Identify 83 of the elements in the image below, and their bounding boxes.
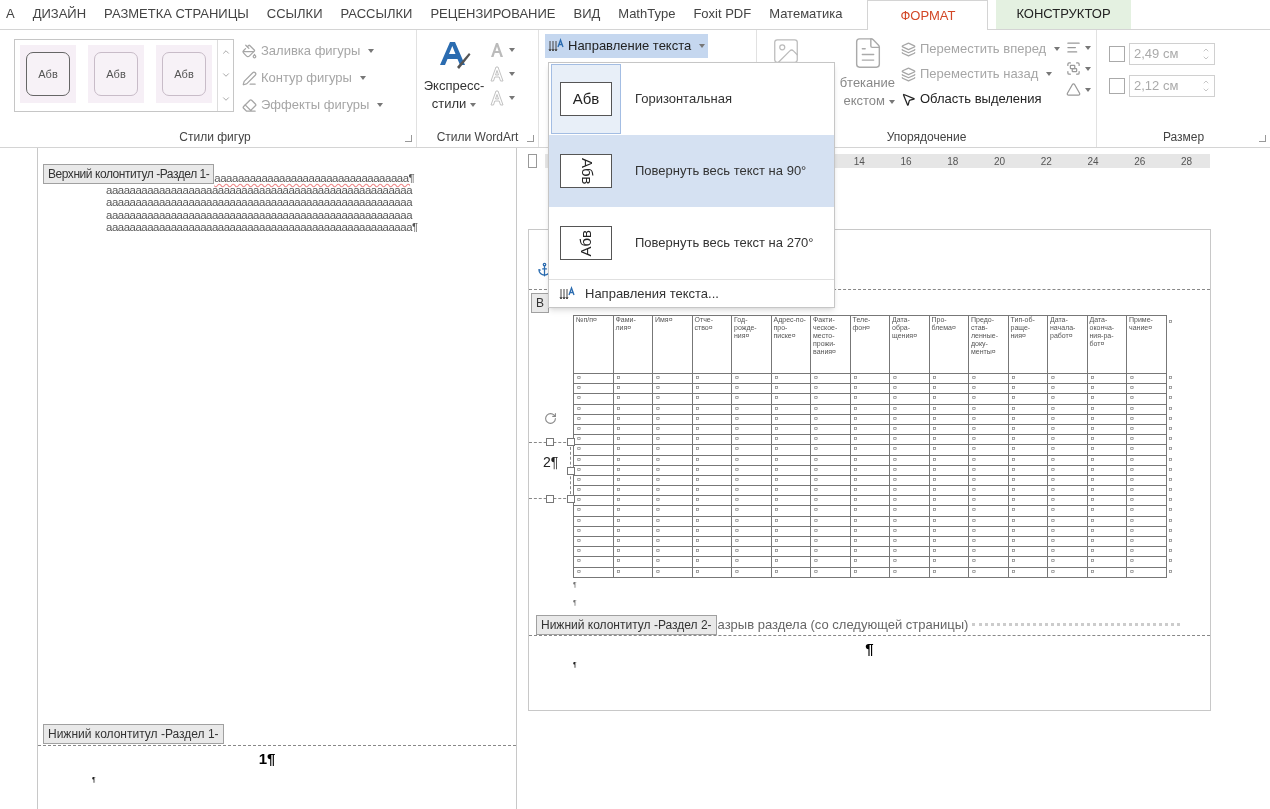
align-icon[interactable] (1066, 40, 1082, 55)
dialog-launcher-icon[interactable] (527, 135, 534, 142)
ribbon-tab[interactable]: А (0, 0, 24, 29)
resize-handle[interactable] (567, 438, 575, 446)
text-line: aaaaaaaaaaaaaaaaaaaaaaaaaaaaaaaaaaaaaaaaaaaaaaaaaaaa¶ (106, 221, 419, 234)
ribbon-tab[interactable]: ССЫЛКИ (257, 0, 332, 29)
dialog-launcher-icon[interactable] (1259, 135, 1266, 142)
page-number: 2¶ (543, 453, 559, 472)
text-direction-button[interactable]: Направление текста (545, 34, 709, 58)
ribbon-tab[interactable]: РАССЫЛКИ (331, 0, 422, 29)
page-number: 1¶ (258, 749, 277, 769)
dialog-launcher-icon[interactable] (405, 135, 412, 142)
menu-item[interactable]: Абв Повернуть весь текст на 90° (549, 135, 834, 207)
group-title: Размер (1162, 129, 1205, 146)
spin-up-icon[interactable] (1202, 78, 1210, 86)
header-label: В (531, 293, 549, 313)
resize-handle[interactable] (567, 495, 575, 503)
group-title: Стили WordArt (436, 129, 519, 146)
ribbon-tab[interactable]: MathType (609, 0, 685, 29)
caret-icon (1085, 66, 1092, 71)
ribbon-tab[interactable]: КОНСТРУКТОР (996, 0, 1131, 29)
shape-style-swatch[interactable]: Абв (162, 52, 206, 96)
quick-styles-button[interactable]: Экспресс- стили (423, 39, 485, 127)
letter-icon[interactable] (489, 66, 505, 82)
command-icon (242, 70, 257, 86)
letter-icon[interactable] (489, 90, 505, 106)
group-icon[interactable] (1066, 61, 1082, 76)
header-label: Верхний колонтитул -Раздел 1- (43, 164, 215, 184)
ribbon-tab[interactable]: РЕЦЕНЗИРОВАНИЕ (421, 0, 565, 29)
text-direction-options[interactable]: Направления текста... (549, 280, 719, 307)
menu-item[interactable]: Абв Горизонтальная (549, 63, 834, 135)
rotate-handle-icon[interactable] (544, 412, 557, 425)
layers-icon (901, 41, 916, 57)
letter-icon[interactable] (489, 42, 505, 58)
text-direction-icon (559, 285, 575, 302)
direction-preview: Абв (551, 64, 621, 134)
direction-preview: Абв (551, 208, 621, 278)
resize-handle[interactable] (567, 467, 575, 475)
text-line: aaaaaaaaaaaaaaaaaaaaaaaaaaaaaaaaaaaaaaaaaaaaaaaaaaaa (106, 184, 414, 197)
ruler-marker-icon (528, 154, 537, 168)
caret-icon (377, 103, 384, 107)
section-break: азрыв раздела (со следующей страницы) (717, 616, 969, 634)
caret-icon (889, 99, 895, 104)
ribbon-tab[interactable]: ДИЗАЙН (23, 0, 96, 29)
command-icon (242, 97, 257, 113)
ribbon-tab[interactable]: Математика (760, 0, 852, 29)
layers-icon (901, 66, 916, 82)
caret-icon (470, 102, 477, 107)
shape-style-swatch[interactable]: Абв (26, 52, 70, 96)
text-line: aaaaaaaaaaaaaaaaaaaaaaaaaaaaaaaaa¶ (214, 171, 415, 184)
spin-up-icon[interactable] (1202, 46, 1210, 54)
caret-icon (1085, 45, 1092, 50)
footer-label: Нижний колонтитул -Раздел 1- (43, 724, 224, 744)
text-line: aaaaaaaaaaaaaaaaaaaaaaaaaaaaaaaaaaaaaaaaaaaaaaaaaaaa (106, 196, 414, 209)
ribbon-tab[interactable]: РАЗМЕТКА СТРАНИЦЫ (95, 0, 258, 29)
paragraph-mark: ¶ (865, 638, 874, 659)
text-direction-icon (548, 38, 564, 54)
pointer-icon (901, 91, 916, 107)
command-icon (242, 43, 257, 59)
resize-handle[interactable] (546, 495, 554, 503)
wrap-text-button[interactable]: бтекание екстом (839, 74, 895, 110)
shape-style-swatch[interactable]: Абв (94, 52, 138, 96)
caret-icon (699, 44, 706, 48)
caret-icon (1085, 87, 1092, 92)
resize-handle[interactable] (546, 438, 554, 446)
footer-label: Нижний колонтитул -Раздел 2- (536, 614, 717, 635)
ribbon-tab[interactable]: Foxit PDF (684, 0, 761, 29)
caret-icon (1046, 72, 1053, 76)
caret-icon (509, 96, 515, 100)
group-title: Упорядочение (886, 129, 967, 146)
spin-down-icon[interactable] (1202, 54, 1210, 62)
menu-item[interactable]: Абв Повернуть весь текст на 270° (549, 207, 834, 279)
ribbon-tab[interactable]: ФОРМАТ (867, 0, 989, 30)
caret-icon (368, 49, 375, 53)
ribbon-tab[interactable]: ВИД (564, 0, 610, 29)
group-title: Стили фигур (179, 129, 251, 146)
caret-icon (509, 72, 515, 76)
caret-icon (359, 76, 366, 80)
arrange-command[interactable]: Область выделения (901, 88, 1061, 110)
caret-icon (1054, 47, 1061, 51)
caret-icon (509, 48, 515, 52)
spin-down-icon[interactable] (1202, 86, 1210, 94)
text-line: aaaaaaaaaaaaaaaaaaaaaaaaaaaaaaaaaaaaaaaaaaaaaaaaaaaa (106, 208, 414, 222)
